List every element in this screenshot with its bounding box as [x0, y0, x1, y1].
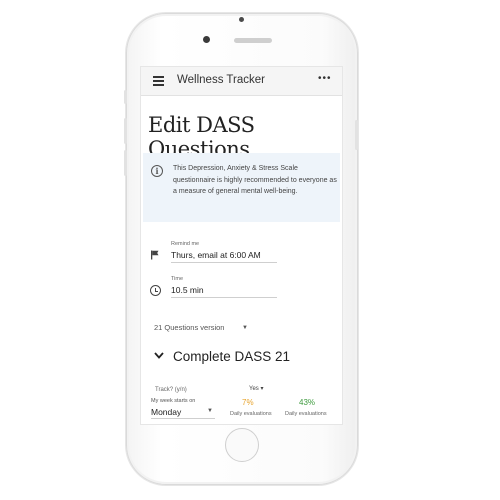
time-value[interactable]: 10.5 min — [171, 285, 204, 295]
volume-up-button — [124, 118, 127, 144]
app-screen: Wellness Tracker ••• Edit DASS Questions… — [140, 66, 343, 425]
app-title: Wellness Tracker — [177, 74, 265, 86]
stat-label: Daily evaluations — [285, 411, 327, 417]
chevron-down-icon[interactable]: ▼ — [242, 325, 248, 331]
partial-row-label: Track? (y/n) — [155, 387, 187, 393]
stat-label: Daily evaluations — [230, 411, 272, 417]
clock-icon — [150, 285, 161, 296]
app-bar: Wellness Tracker ••• — [141, 67, 342, 96]
menu-icon[interactable] — [153, 76, 164, 86]
time-underline — [171, 297, 277, 298]
week-start-select[interactable]: Monday — [151, 407, 181, 417]
volume-down-button — [124, 150, 127, 176]
front-camera — [203, 36, 210, 43]
stat-value: 43% — [299, 398, 316, 407]
stat-value: 7% — [242, 398, 254, 407]
home-button[interactable] — [225, 428, 259, 462]
week-start-underline — [151, 418, 215, 419]
power-button — [355, 120, 358, 150]
info-box: i This Depression, Anxiety & Stress Scal… — [143, 153, 340, 222]
week-start-label: My week starts on — [151, 398, 196, 404]
remind-underline — [171, 262, 277, 263]
flag-icon — [151, 250, 159, 260]
info-text: This Depression, Anxiety & Stress Scale … — [173, 165, 337, 195]
bottom-bar: My week starts on Monday ▼ 7% Daily eval… — [141, 394, 342, 424]
version-select[interactable]: 21 Questions version — [154, 323, 224, 332]
proximity-sensor — [239, 17, 244, 22]
time-label: Time — [171, 276, 184, 282]
info-icon: i — [151, 165, 163, 177]
remind-value[interactable]: Thurs, email at 6:00 AM — [171, 250, 261, 260]
mute-switch — [124, 90, 127, 104]
chevron-down-icon[interactable]: ▼ — [207, 408, 213, 414]
section-title[interactable]: Complete DASS 21 — [173, 349, 290, 364]
more-icon[interactable]: ••• — [318, 73, 332, 84]
chevron-down-icon[interactable] — [154, 350, 164, 360]
earpiece-speaker — [234, 38, 272, 43]
remind-label: Remind me — [171, 241, 200, 247]
partial-row-value[interactable]: Yes ▾ — [249, 385, 263, 392]
